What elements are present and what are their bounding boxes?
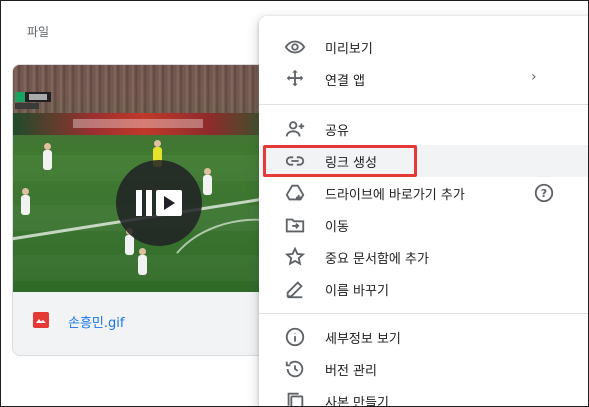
menu-item-open-with[interactable]: 연결 앱 › bbox=[259, 63, 588, 95]
drive-window: 파일 ↑ 손흥민.gif bbox=[0, 0, 589, 407]
pencil-icon bbox=[284, 278, 306, 300]
menu-item-label: 드라이브에 바로가기 추가 bbox=[325, 188, 465, 203]
menu-item-view-details[interactable]: 세부정보 보기 bbox=[259, 321, 588, 353]
menu-item-label: 연결 앱 bbox=[325, 74, 366, 89]
person-add-icon bbox=[284, 118, 306, 140]
menu-item-make-copy[interactable]: 사본 만들기 bbox=[259, 385, 588, 407]
star-icon bbox=[284, 246, 306, 268]
file-name[interactable]: 손흥민.gif bbox=[68, 312, 124, 331]
move-arrows-icon bbox=[284, 68, 306, 90]
files-section-title: 파일 bbox=[27, 25, 50, 39]
menu-divider bbox=[259, 104, 588, 105]
chevron-right-icon: › bbox=[531, 69, 537, 85]
menu-item-label: 이동 bbox=[325, 220, 349, 235]
info-icon bbox=[284, 326, 306, 348]
context-menu: 미리보기 연결 앱 › 공유 링크 생성 드라이브에 바로가기 추가 ? 이동 … bbox=[259, 16, 588, 407]
menu-item-label: 공유 bbox=[325, 124, 349, 139]
highlight-box bbox=[263, 145, 417, 177]
menu-divider bbox=[259, 313, 588, 314]
menu-item-label: 중요 문서함에 추가 bbox=[325, 252, 429, 267]
file-card[interactable]: 손흥민.gif bbox=[12, 64, 274, 356]
menu-item-preview[interactable]: 미리보기 bbox=[259, 31, 588, 63]
move-to-folder-icon bbox=[284, 214, 306, 236]
gif-image-icon bbox=[33, 312, 49, 328]
menu-item-add-starred[interactable]: 중요 문서함에 추가 bbox=[259, 241, 588, 273]
menu-item-label: 버전 관리 bbox=[325, 364, 377, 379]
menu-item-add-shortcut[interactable]: 드라이브에 바로가기 추가 ? bbox=[259, 177, 588, 209]
menu-item-label: 미리보기 bbox=[325, 42, 373, 57]
menu-item-label: 사본 만들기 bbox=[325, 396, 389, 407]
player bbox=[43, 143, 52, 170]
history-icon bbox=[284, 358, 306, 380]
player bbox=[138, 248, 147, 275]
file-thumbnail[interactable] bbox=[13, 65, 273, 292]
eye-icon bbox=[284, 36, 306, 58]
menu-item-move[interactable]: 이동 bbox=[259, 209, 588, 241]
copy-icon bbox=[284, 390, 306, 406]
advertising-board bbox=[13, 113, 273, 135]
menu-item-label: 세부정보 보기 bbox=[325, 332, 401, 347]
animated-gif-play-icon[interactable] bbox=[116, 160, 202, 246]
scoreboard bbox=[15, 92, 51, 102]
add-shortcut-icon bbox=[284, 182, 306, 204]
file-name-row[interactable]: 손흥민.gif bbox=[13, 305, 273, 341]
player bbox=[203, 168, 212, 195]
svg-text:?: ? bbox=[541, 187, 547, 200]
player bbox=[21, 188, 30, 215]
help-icon[interactable]: ? bbox=[533, 182, 555, 204]
stadium-stands bbox=[13, 65, 273, 113]
player bbox=[125, 228, 134, 255]
menu-item-manage-versions[interactable]: 버전 관리 bbox=[259, 353, 588, 385]
menu-item-share[interactable]: 공유 bbox=[259, 113, 588, 145]
menu-item-rename[interactable]: 이름 바꾸기 bbox=[259, 273, 588, 305]
menu-item-label: 이름 바꾸기 bbox=[325, 284, 389, 299]
